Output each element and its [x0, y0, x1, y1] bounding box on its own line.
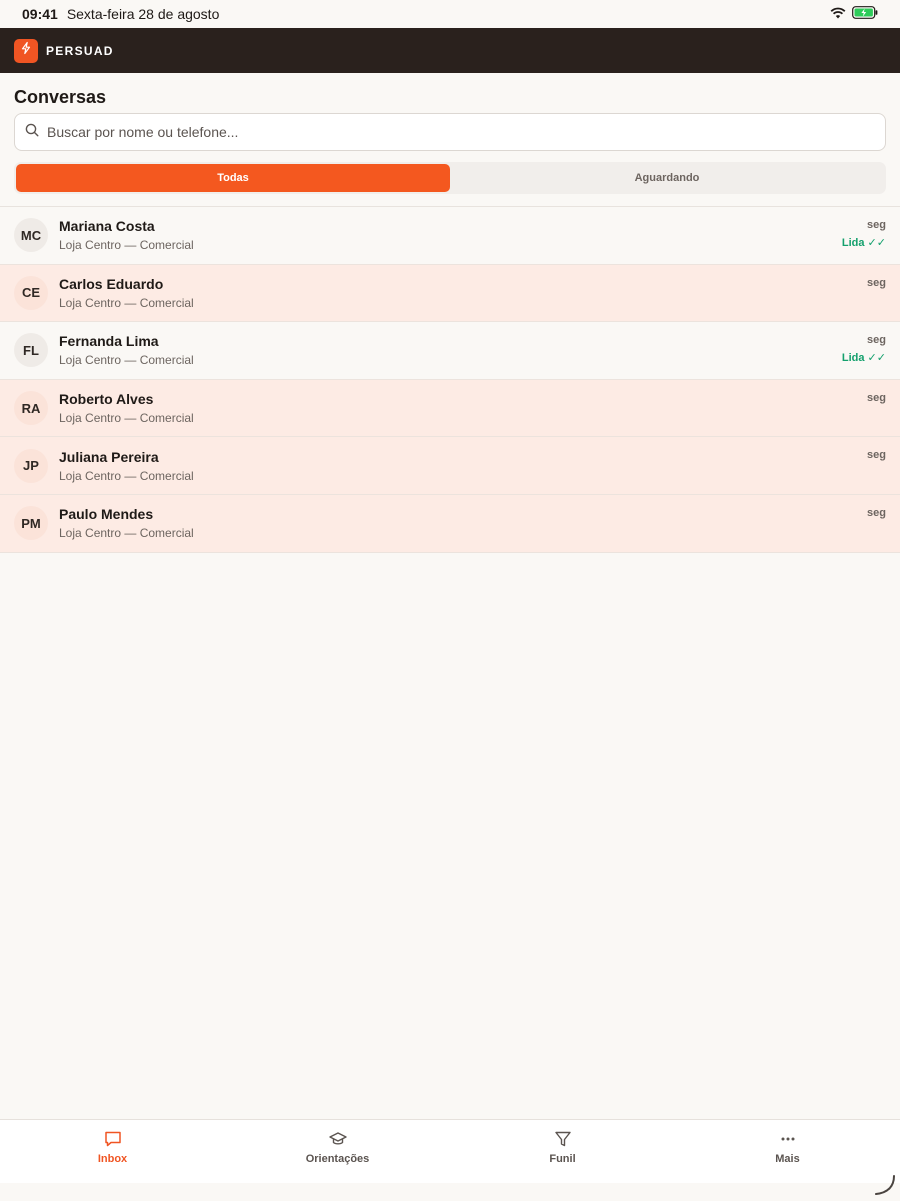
nav-mais[interactable]: Mais	[675, 1120, 900, 1183]
avatar: FL	[14, 333, 48, 367]
conversation-time: seg	[867, 277, 886, 289]
contact-subtitle: Loja Centro — Comercial	[59, 526, 886, 540]
app-header: PERSUAD	[0, 28, 900, 73]
conversation-meta: seg Lida ✓✓	[842, 219, 886, 249]
tab-todas[interactable]: Todas	[16, 164, 450, 192]
page-title: Conversas	[0, 73, 900, 113]
conversation-row-paulo-mendes[interactable]: PM Paulo Mendes Loja Centro — Comercial …	[0, 495, 900, 553]
bottom-nav: Inbox Orientações Funil Mais	[0, 1119, 900, 1183]
conversation-text: Mariana Costa Loja Centro — Comercial	[59, 218, 886, 252]
contact-subtitle: Loja Centro — Comercial	[59, 296, 886, 310]
nav-funil[interactable]: Funil	[450, 1120, 675, 1183]
contact-name: Roberto Alves	[59, 391, 886, 407]
conversation-meta: seg	[867, 392, 886, 404]
more-dots-icon	[778, 1129, 798, 1149]
nav-orientacoes[interactable]: Orientações	[225, 1120, 450, 1183]
contact-name: Paulo Mendes	[59, 506, 886, 522]
avatar: RA	[14, 391, 48, 425]
lightning-bolt-icon	[19, 41, 33, 60]
app-logo[interactable]	[14, 39, 38, 63]
conversation-time: seg	[867, 507, 886, 519]
status-date: Sexta-feira 28 de agosto	[67, 6, 220, 22]
funnel-icon	[553, 1129, 573, 1149]
conversation-time: seg	[867, 334, 886, 346]
contact-name: Fernanda Lima	[59, 333, 886, 349]
nav-orientacoes-label: Orientações	[306, 1153, 370, 1165]
conversation-meta: seg	[867, 507, 886, 519]
tab-aguardando[interactable]: Aguardando	[450, 164, 884, 192]
contact-subtitle: Loja Centro — Comercial	[59, 411, 886, 425]
conversation-text: Carlos Eduardo Loja Centro — Comercial	[59, 276, 886, 310]
conversation-text: Fernanda Lima Loja Centro — Comercial	[59, 333, 886, 367]
status-bar: 09:41 Sexta-feira 28 de agosto	[0, 0, 900, 28]
nav-inbox-label: Inbox	[98, 1153, 127, 1165]
status-left: 09:41 Sexta-feira 28 de agosto	[22, 6, 219, 22]
conversation-time: seg	[867, 449, 886, 461]
graduation-cap-icon	[328, 1129, 348, 1149]
avatar: JP	[14, 449, 48, 483]
conversation-text: Juliana Pereira Loja Centro — Comercial	[59, 449, 886, 483]
read-status: Lida ✓✓	[842, 351, 886, 364]
resize-handle-icon[interactable]	[874, 1174, 896, 1196]
conversation-meta: seg Lida ✓✓	[842, 334, 886, 364]
conversation-row-mariana-costa[interactable]: MC Mariana Costa Loja Centro — Comercial…	[0, 207, 900, 265]
battery-charging-icon	[852, 6, 878, 22]
conversation-meta: seg	[867, 449, 886, 461]
conversation-list: MC Mariana Costa Loja Centro — Comercial…	[0, 206, 900, 553]
avatar: MC	[14, 218, 48, 252]
conversation-row-roberto-alves[interactable]: RA Roberto Alves Loja Centro — Comercial…	[0, 380, 900, 438]
search-icon	[25, 123, 39, 142]
brand-name: PERSUAD	[46, 44, 114, 58]
search-placeholder: Buscar por nome ou telefone...	[47, 124, 238, 140]
contact-subtitle: Loja Centro — Comercial	[59, 238, 886, 252]
status-right	[830, 6, 878, 22]
nav-inbox[interactable]: Inbox	[0, 1120, 225, 1183]
contact-name: Carlos Eduardo	[59, 276, 886, 292]
wifi-icon	[830, 6, 846, 22]
conversation-row-juliana-pereira[interactable]: JP Juliana Pereira Loja Centro — Comerci…	[0, 437, 900, 495]
contact-name: Juliana Pereira	[59, 449, 886, 465]
conversation-time: seg	[867, 392, 886, 404]
status-time: 09:41	[22, 6, 58, 22]
search-input[interactable]: Buscar por nome ou telefone...	[14, 113, 886, 151]
avatar: PM	[14, 506, 48, 540]
conversation-time: seg	[867, 219, 886, 231]
nav-mais-label: Mais	[775, 1153, 799, 1165]
read-status: Lida ✓✓	[842, 236, 886, 249]
nav-funil-label: Funil	[549, 1153, 575, 1165]
conversation-meta: seg	[867, 277, 886, 289]
contact-subtitle: Loja Centro — Comercial	[59, 353, 886, 367]
filter-tabs: Todas Aguardando	[14, 162, 886, 194]
chat-bubble-icon	[103, 1129, 123, 1149]
contact-name: Mariana Costa	[59, 218, 886, 234]
conversation-row-fernanda-lima[interactable]: FL Fernanda Lima Loja Centro — Comercial…	[0, 322, 900, 380]
contact-subtitle: Loja Centro — Comercial	[59, 469, 886, 483]
conversation-text: Roberto Alves Loja Centro — Comercial	[59, 391, 886, 425]
conversation-text: Paulo Mendes Loja Centro — Comercial	[59, 506, 886, 540]
avatar: CE	[14, 276, 48, 310]
conversation-row-carlos-eduardo[interactable]: CE Carlos Eduardo Loja Centro — Comercia…	[0, 265, 900, 323]
